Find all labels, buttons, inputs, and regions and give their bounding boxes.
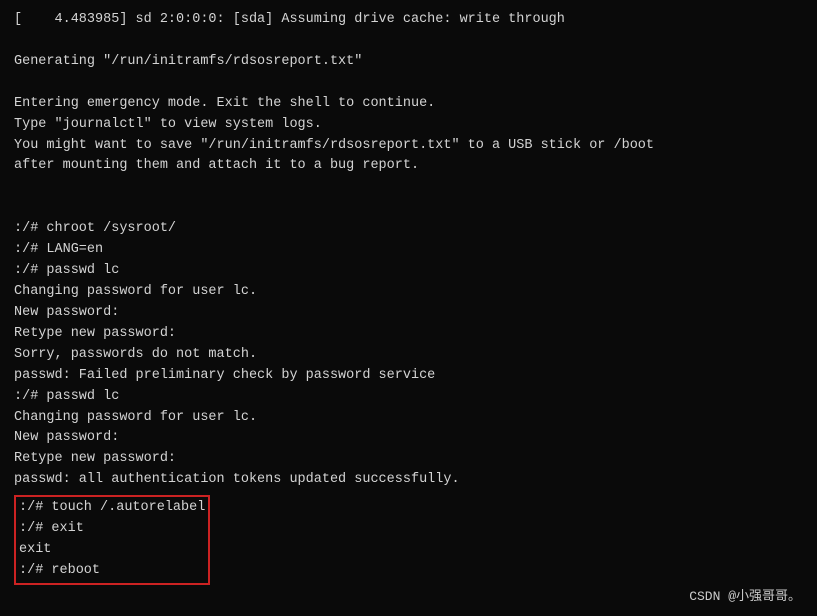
highlighted-block: :/# touch /.autorelabel :/# exit exit :/…	[14, 495, 210, 585]
line-22: Retype new password:	[14, 449, 803, 470]
line-16: Retype new password:	[14, 324, 803, 345]
line-12: :/# LANG=en	[14, 240, 803, 261]
line-9	[14, 177, 803, 198]
terminal-window: [ 4.483985] sd 2:0:0:0: [sda] Assuming d…	[0, 0, 817, 616]
watermark: CSDN @小强哥哥。	[689, 585, 801, 604]
line-2	[14, 31, 803, 52]
line-20: Changing password for user lc.	[14, 408, 803, 429]
line-10	[14, 198, 803, 219]
line-6: Type "journalctl" to view system logs.	[14, 115, 803, 136]
line-5: Entering emergency mode. Exit the shell …	[14, 94, 803, 115]
line-23: passwd: all authentication tokens update…	[14, 470, 803, 491]
line-11: :/# chroot /sysroot/	[14, 219, 803, 240]
line-15: New password:	[14, 303, 803, 324]
line-8: after mounting them and attach it to a b…	[14, 156, 803, 177]
line-13: :/# passwd lc	[14, 261, 803, 282]
line-21: New password:	[14, 428, 803, 449]
highlighted-line-3: exit	[19, 540, 205, 561]
line-14: Changing password for user lc.	[14, 282, 803, 303]
highlighted-line-1: :/# touch /.autorelabel	[19, 498, 205, 519]
terminal-output: [ 4.483985] sd 2:0:0:0: [sda] Assuming d…	[14, 10, 803, 585]
line-1: [ 4.483985] sd 2:0:0:0: [sda] Assuming d…	[14, 10, 803, 31]
line-4	[14, 73, 803, 94]
highlighted-block-container: :/# touch /.autorelabel :/# exit exit :/…	[14, 493, 803, 585]
highlighted-line-2: :/# exit	[19, 519, 205, 540]
highlighted-line-4: :/# reboot	[19, 561, 205, 582]
line-18: passwd: Failed preliminary check by pass…	[14, 366, 803, 387]
line-19: :/# passwd lc	[14, 387, 803, 408]
line-3: Generating "/run/initramfs/rdsosreport.t…	[14, 52, 803, 73]
line-7: You might want to save "/run/initramfs/r…	[14, 136, 803, 157]
line-17: Sorry, passwords do not match.	[14, 345, 803, 366]
